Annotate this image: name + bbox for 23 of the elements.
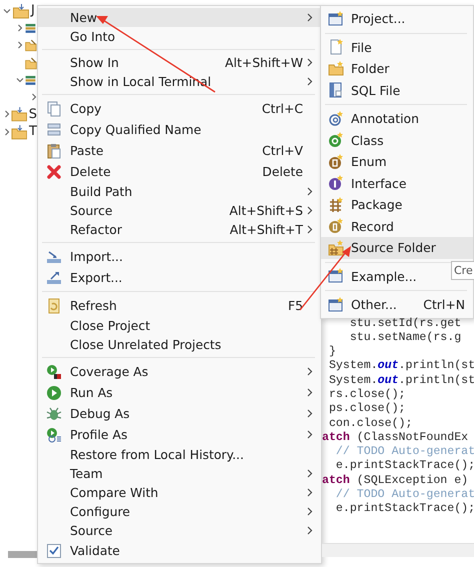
code-line: rs.close();	[328, 388, 406, 402]
code-line: atch (ClassNotFoundEx	[322, 430, 470, 446]
shortcut-text: Ctrl+C	[262, 101, 303, 116]
code-line: e.printStackTrace();	[334, 459, 474, 474]
code-line: // TODO Auto-generat	[334, 445, 474, 460]
shortcut-text: F5	[288, 298, 303, 313]
shortcut-text: Alt+Shift+W	[225, 55, 303, 70]
shortcut-text: Delete	[262, 164, 303, 179]
code-line: con.close();	[328, 416, 414, 431]
shortcut-text: Ctrl+N	[423, 297, 465, 312]
shortcut-text: Ctrl+V	[262, 143, 303, 158]
shortcut-text: Alt+Shift+T	[230, 222, 303, 237]
code-line: }	[328, 345, 337, 360]
code-line: // TODO Auto-generat	[334, 488, 474, 502]
shortcut-text: Alt+Shift+S	[229, 203, 303, 218]
code-line: e.printStackTrace();	[334, 502, 474, 517]
code-line: System.out.println(st	[328, 374, 474, 388]
code-line: ps.close();	[328, 402, 406, 417]
code-line: atch (SQLException e)	[322, 474, 470, 488]
code-line: stu.setId(rs.get	[348, 316, 462, 331]
code-line: System.out.println(st	[328, 359, 474, 374]
code-line: stu.setName(rs.g	[348, 330, 462, 346]
tooltip: Cre	[451, 261, 474, 280]
